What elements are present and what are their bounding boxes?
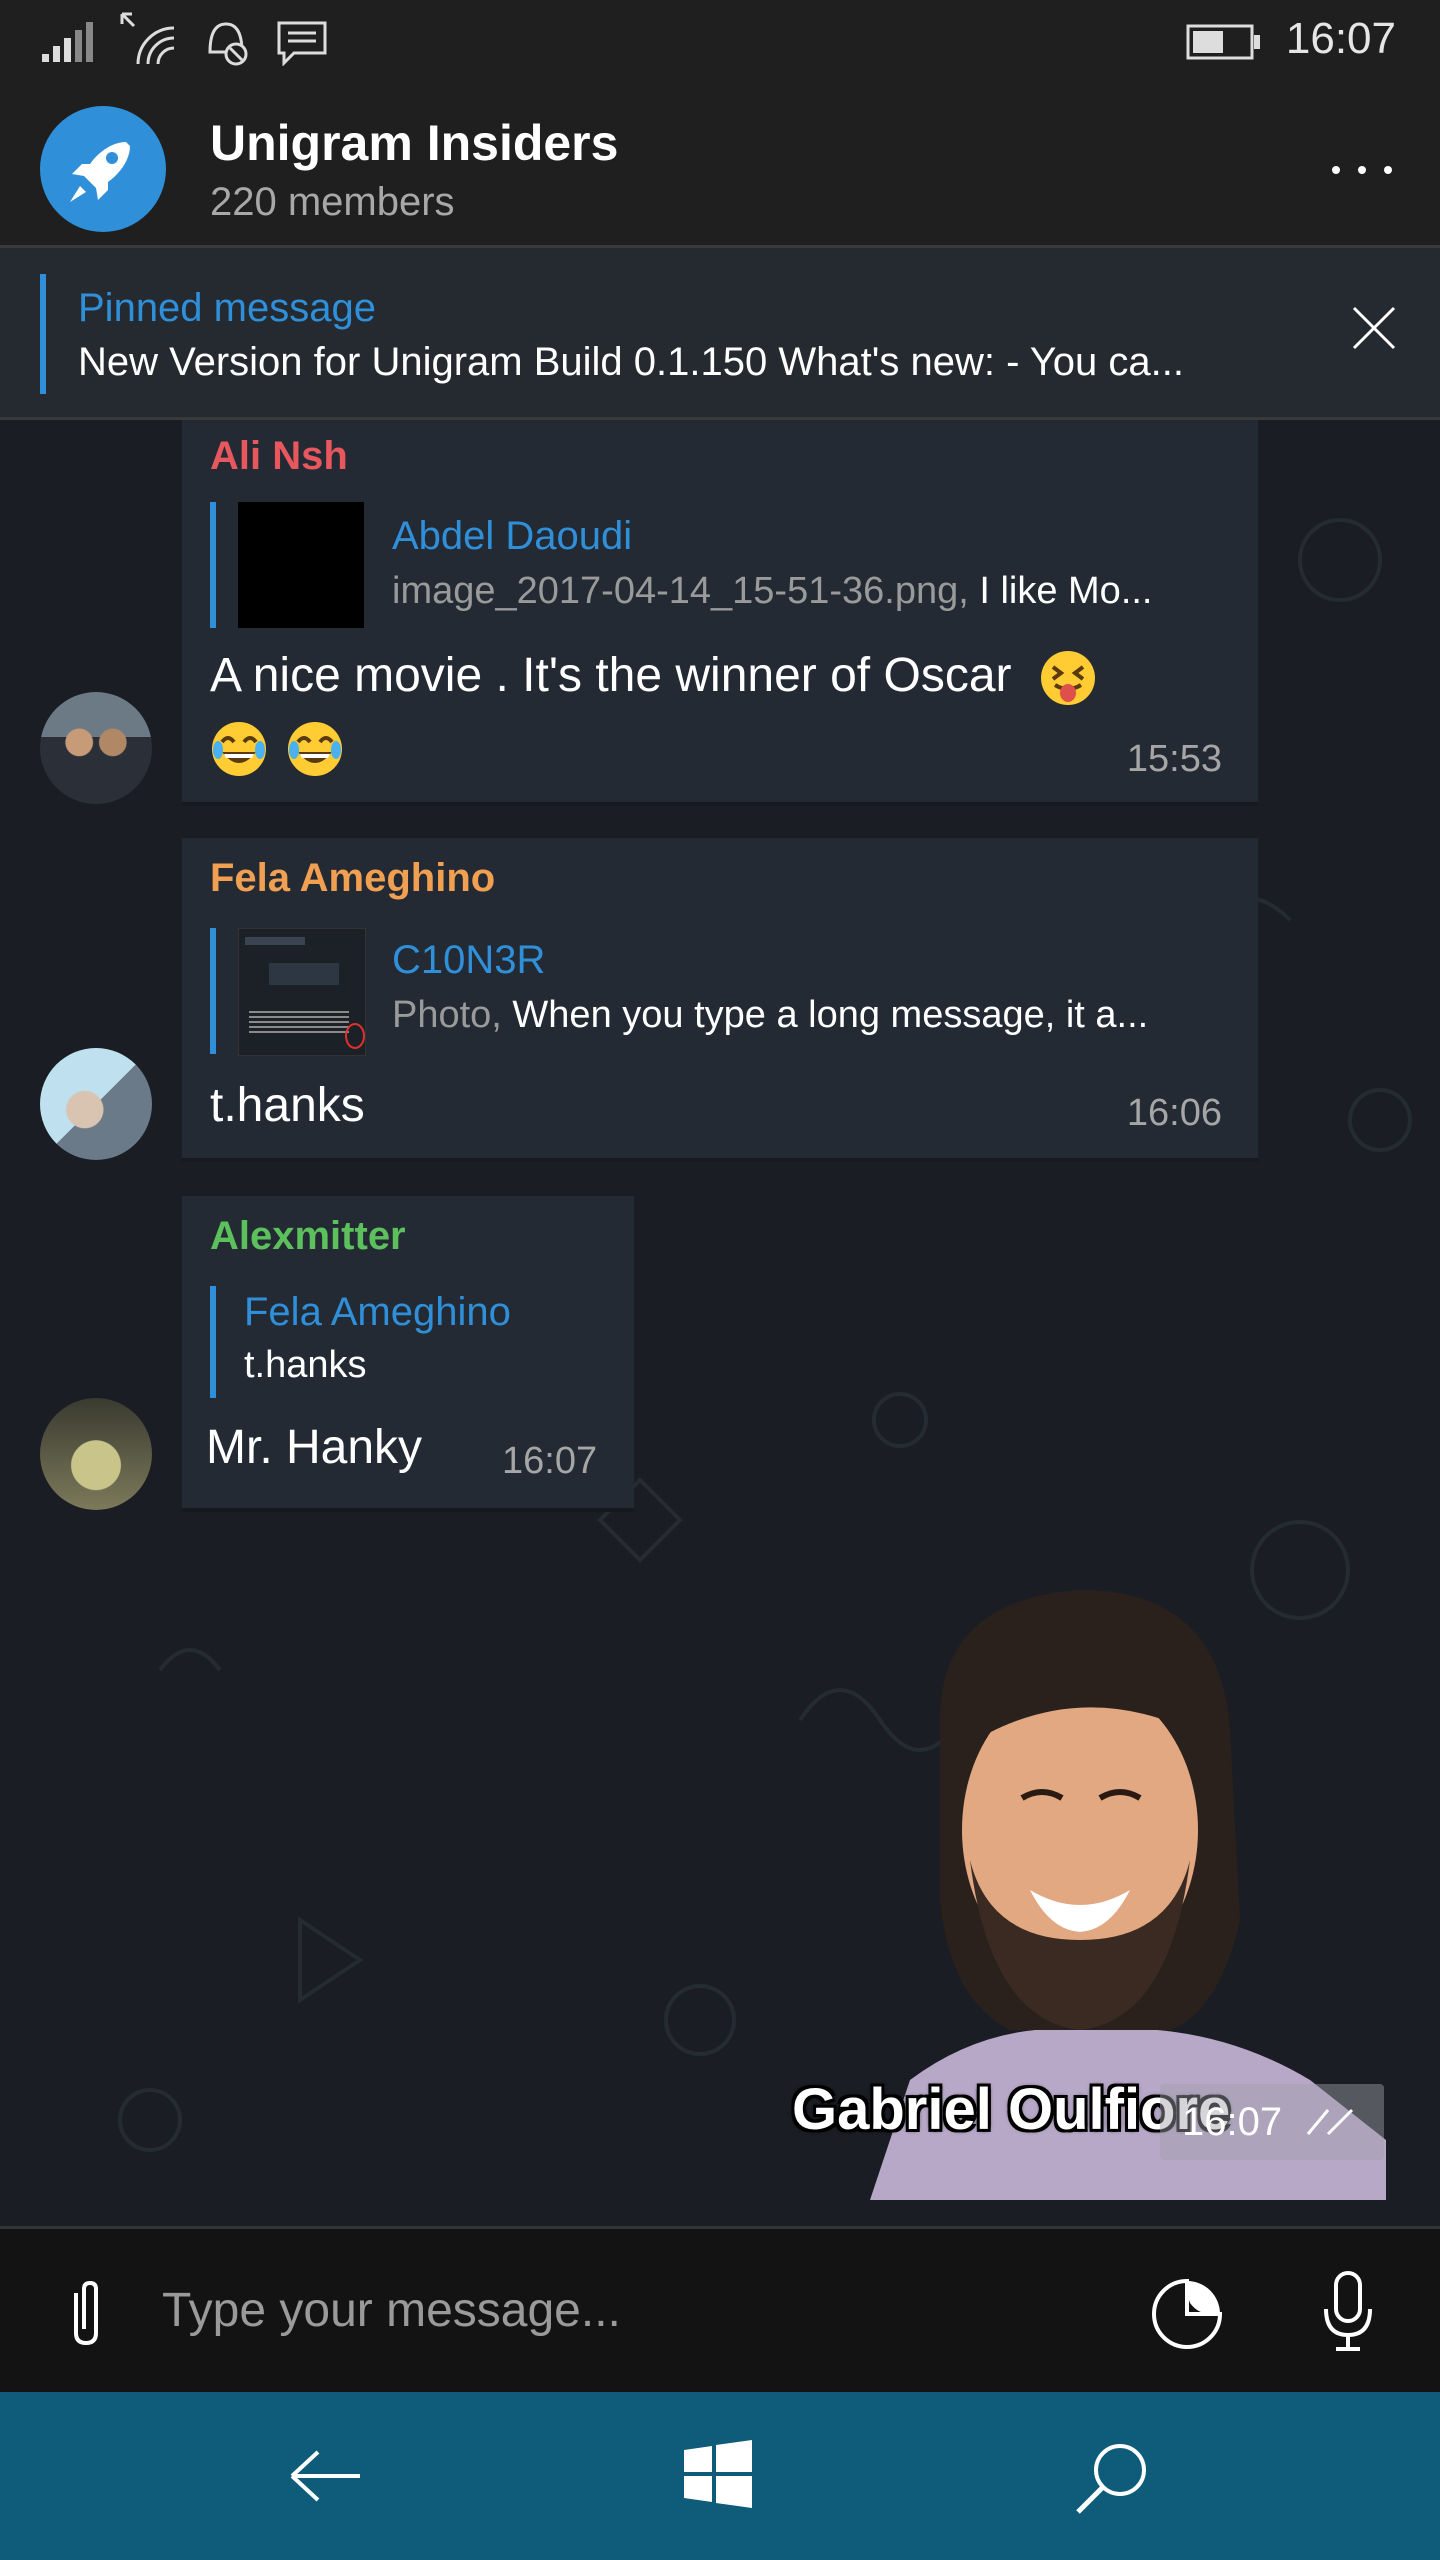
chat-header[interactable]: Unigram Insiders 220 members xyxy=(0,84,1440,248)
emoji-row xyxy=(210,720,344,783)
reply-accent-bar xyxy=(210,928,216,1054)
message-text-line: A nice movie . It's the winner of Oscar xyxy=(210,649,1012,702)
reply-accent-bar xyxy=(210,502,216,628)
message-text: Mr. Hanky xyxy=(206,1421,423,1474)
sender-name[interactable]: Ali Nsh xyxy=(210,434,348,479)
message-time: 15:53 xyxy=(1126,738,1222,780)
sender-name[interactable]: Fela Ameghino xyxy=(210,856,495,901)
reply-sender[interactable]: C10N3R xyxy=(392,938,545,983)
reply-file-name: image_2017-04-14_15-51-36.png, xyxy=(392,570,969,612)
attach-icon[interactable] xyxy=(58,2279,114,2349)
reply-thumbnail[interactable] xyxy=(238,928,366,1056)
message-input[interactable] xyxy=(160,2269,1064,2351)
system-nav-bar xyxy=(0,2392,1440,2560)
microphone-icon[interactable] xyxy=(1318,2269,1378,2355)
clock: 16:07 xyxy=(1285,14,1396,63)
search-icon[interactable] xyxy=(1074,2440,1150,2516)
message-text: t.hanks xyxy=(210,1079,365,1132)
message-bubble[interactable]: Fela Ameghino C10N3R Photo, When you typ… xyxy=(182,838,1258,1158)
message-bubble[interactable]: Ali Nsh Abdel Daoudi image_2017-04-14_15… xyxy=(182,420,1258,802)
signal-icon xyxy=(42,22,93,62)
reply-text[interactable]: image_2017-04-14_15-51-36.png, I like Mo… xyxy=(392,570,1153,613)
reply-media-type: Photo, xyxy=(392,994,502,1036)
reply-accent-bar xyxy=(210,1286,216,1398)
windows-start-icon[interactable] xyxy=(684,2440,752,2508)
tongue-out-emoji-icon xyxy=(1040,651,1095,706)
message-bubble[interactable]: Alexmitter Fela Ameghino t.hanks Mr. Han… xyxy=(182,1196,634,1508)
close-icon[interactable] xyxy=(1344,298,1404,358)
sticker-message[interactable]: Gabriel Oulfiore 16:07 xyxy=(790,1560,1386,2200)
reply-text[interactable]: t.hanks xyxy=(244,1344,367,1387)
message-time: 16:07 xyxy=(1182,2100,1283,2144)
wifi-icon xyxy=(120,12,175,65)
tears-of-joy-emoji-icon xyxy=(212,722,266,776)
message-time: 16:07 xyxy=(502,1440,598,1482)
avatar[interactable] xyxy=(40,1398,152,1510)
pinned-message[interactable]: Pinned message New Version for Unigram B… xyxy=(0,248,1440,420)
reply-sender[interactable]: Abdel Daoudi xyxy=(392,514,632,559)
notification-icon xyxy=(277,21,327,66)
group-avatar[interactable] xyxy=(40,106,166,232)
battery-icon xyxy=(1186,24,1260,60)
chat-title: Unigram Insiders xyxy=(210,115,619,171)
dot xyxy=(1384,166,1392,174)
sender-name[interactable]: Alexmitter xyxy=(210,1214,406,1259)
status-bar: 16:07 xyxy=(0,0,1440,84)
members-count: 220 members xyxy=(210,180,455,224)
message-composer xyxy=(0,2226,1440,2392)
message-time: 16:06 xyxy=(1126,1092,1222,1134)
reply-thumbnail[interactable] xyxy=(238,502,364,628)
sticker-icon[interactable] xyxy=(1148,2275,1226,2353)
reply-snippet: When you type a long message, it a... xyxy=(501,994,1149,1036)
tears-of-joy-emoji-icon xyxy=(288,722,343,776)
reply-sender[interactable]: Fela Ameghino xyxy=(244,1290,511,1335)
chat-area[interactable]: Ali Nsh Abdel Daoudi image_2017-04-14_15… xyxy=(0,420,1440,2226)
back-arrow-icon[interactable] xyxy=(288,2446,364,2506)
message-text: A nice movie . It's the winner of Oscar xyxy=(210,648,1097,707)
reply-text[interactable]: Photo, When you type a long message, it … xyxy=(392,994,1148,1037)
pinned-text: New Version for Unigram Build 0.1.150 Wh… xyxy=(78,340,1184,384)
avatar[interactable] xyxy=(40,1048,152,1160)
sticker-time-badge: 16:07 xyxy=(1160,2084,1384,2160)
rocket-icon xyxy=(70,142,130,202)
double-check-icon xyxy=(1306,2108,1354,2136)
reply-snippet: I like Mo... xyxy=(968,570,1153,612)
pinned-title: Pinned message xyxy=(78,286,376,330)
more-options-button[interactable] xyxy=(1324,140,1404,200)
avatar[interactable] xyxy=(40,692,152,804)
dot xyxy=(1358,166,1366,174)
pinned-accent-bar xyxy=(40,274,46,394)
quiet-hours-icon xyxy=(208,22,248,66)
dot xyxy=(1332,166,1340,174)
